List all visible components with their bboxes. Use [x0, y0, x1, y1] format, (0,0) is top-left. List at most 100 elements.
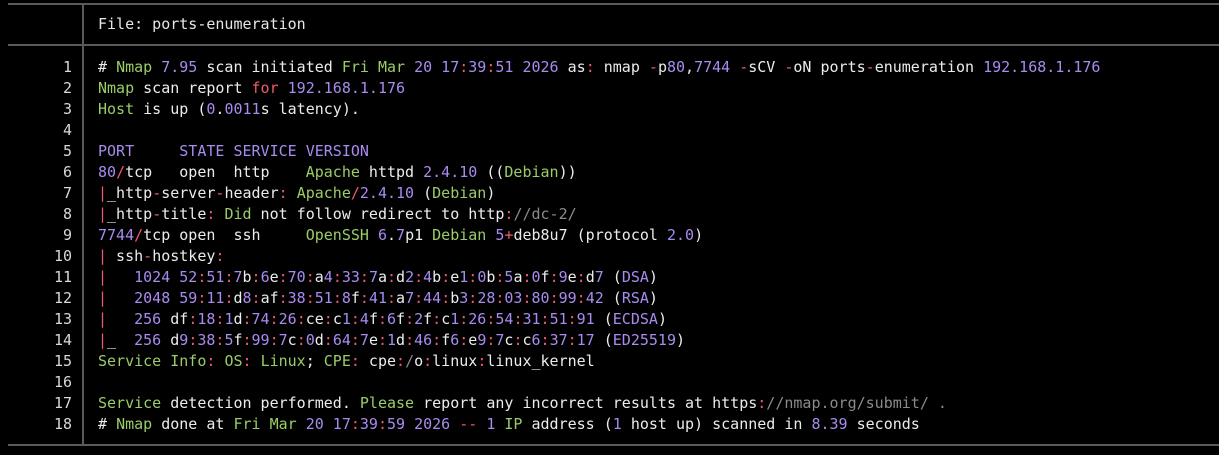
code-token: : — [269, 331, 279, 349]
code-token: //dc-2/ — [513, 205, 577, 223]
code-token: c — [287, 331, 297, 349]
code-token: / — [116, 163, 126, 181]
code-token: Debian — [432, 184, 487, 202]
code-token: : — [549, 289, 559, 307]
code-token: ; — [305, 352, 324, 370]
code-line: |_ 256 d9:38:5f:99:7c:0d:64:7e:1d:46:f6:… — [98, 330, 1219, 351]
code-token: 192.168.1.176 — [287, 79, 406, 97]
code-token: - — [648, 58, 658, 76]
code-token: 7 — [278, 331, 288, 349]
line-number: 3 — [62, 100, 72, 118]
code-token: 9 — [558, 268, 568, 286]
code-token: cpe — [359, 352, 397, 370]
code-token: : — [350, 310, 360, 328]
code-token: ( — [594, 310, 613, 328]
code-token: header — [224, 184, 279, 202]
code-token: 1 — [387, 331, 397, 349]
code-token: - — [865, 58, 875, 76]
code-token: f — [396, 310, 406, 328]
code-token: ) — [676, 331, 686, 349]
code-token: : — [432, 331, 442, 349]
code-token: 2 — [414, 310, 424, 328]
code-token: | — [98, 247, 108, 265]
line-number-gutter: 1 2 3 4 5 6 7 8 9 10 11 12 13 14 15 16 17 18 — [8, 57, 72, 435]
code-token: ( — [414, 184, 433, 202]
code-token: s latency). — [260, 100, 360, 118]
code-token: IP — [504, 415, 523, 433]
code-token: : — [278, 289, 288, 307]
code-token: (( — [477, 163, 505, 181]
code-token: 80 — [531, 289, 550, 307]
code-token: : — [441, 289, 451, 307]
code-token: : — [477, 352, 487, 370]
code-token: : — [522, 268, 532, 286]
code-token: : — [459, 310, 469, 328]
code-token: 80 — [666, 58, 686, 76]
code-token: 26 — [278, 310, 297, 328]
code-token: p1 — [405, 226, 433, 244]
code-token: ECDSA — [612, 310, 658, 328]
code-token: for — [251, 79, 279, 97]
code-token: - — [739, 58, 749, 76]
code-token: 8.39 — [811, 415, 848, 433]
code-token: : — [296, 310, 306, 328]
code-token: e — [567, 268, 577, 286]
code-token: e — [368, 331, 378, 349]
code-token: 26 — [468, 310, 487, 328]
code-token: c — [441, 310, 451, 328]
code-token: 6 — [260, 268, 270, 286]
code-line: Host is up (0.0011s latency). — [98, 99, 1219, 120]
code-token: 7 — [405, 289, 415, 307]
code-token: : — [540, 310, 550, 328]
code-line: | ssh-hostkey: — [98, 246, 1219, 267]
code-token: as — [558, 58, 586, 76]
code-token: scan report — [134, 79, 252, 97]
code-token: a — [377, 268, 387, 286]
code-token: Debian — [504, 163, 559, 181]
code-token: 17 — [576, 331, 595, 349]
code-token: OS — [224, 352, 243, 370]
code-token: Fri Mar — [341, 58, 415, 76]
code-token: : — [567, 331, 577, 349]
code-token: not follow redirect to http — [251, 205, 505, 223]
code-token: : — [387, 268, 397, 286]
code-token: 1 — [459, 268, 469, 286]
code-token: / — [350, 184, 360, 202]
line-number: 16 — [53, 373, 72, 391]
code-token: : — [278, 184, 288, 202]
code-token: : — [468, 268, 478, 286]
code-token: : — [242, 331, 252, 349]
code-token: d — [396, 331, 406, 349]
code-token: 2048 59 — [134, 289, 198, 307]
code-token: : — [405, 310, 415, 328]
code-token: RSA — [621, 289, 649, 307]
code-token: 20 17 — [305, 415, 351, 433]
file-content[interactable]: # Nmap 7.95 scan initiated Fri Mar 20 17… — [98, 57, 1219, 435]
code-token: 54 — [495, 310, 514, 328]
code-token: ) — [648, 268, 658, 286]
code-line: Service detection performed. Please repo… — [98, 393, 1219, 414]
code-token: a — [396, 289, 406, 307]
code-token: 41 — [368, 289, 387, 307]
code-token: report any incorrect results at https — [414, 394, 758, 412]
code-token: Fri Mar — [233, 415, 306, 433]
code-token: : — [296, 331, 306, 349]
file-header: File: ports-enumeration — [98, 15, 306, 33]
code-token: 6 — [387, 310, 397, 328]
code-token: . — [387, 226, 397, 244]
code-token: _http — [107, 205, 153, 223]
code-token: Service — [98, 394, 162, 412]
code-token: | — [98, 289, 108, 307]
code-token: c — [332, 310, 342, 328]
code-token: title — [161, 205, 207, 223]
code-token: f — [233, 331, 243, 349]
code-token: 33 — [341, 268, 360, 286]
code-token: httpd — [359, 163, 424, 181]
code-token: : — [350, 415, 360, 433]
code-token: seconds — [847, 415, 920, 433]
code-token: 7 — [368, 268, 378, 286]
